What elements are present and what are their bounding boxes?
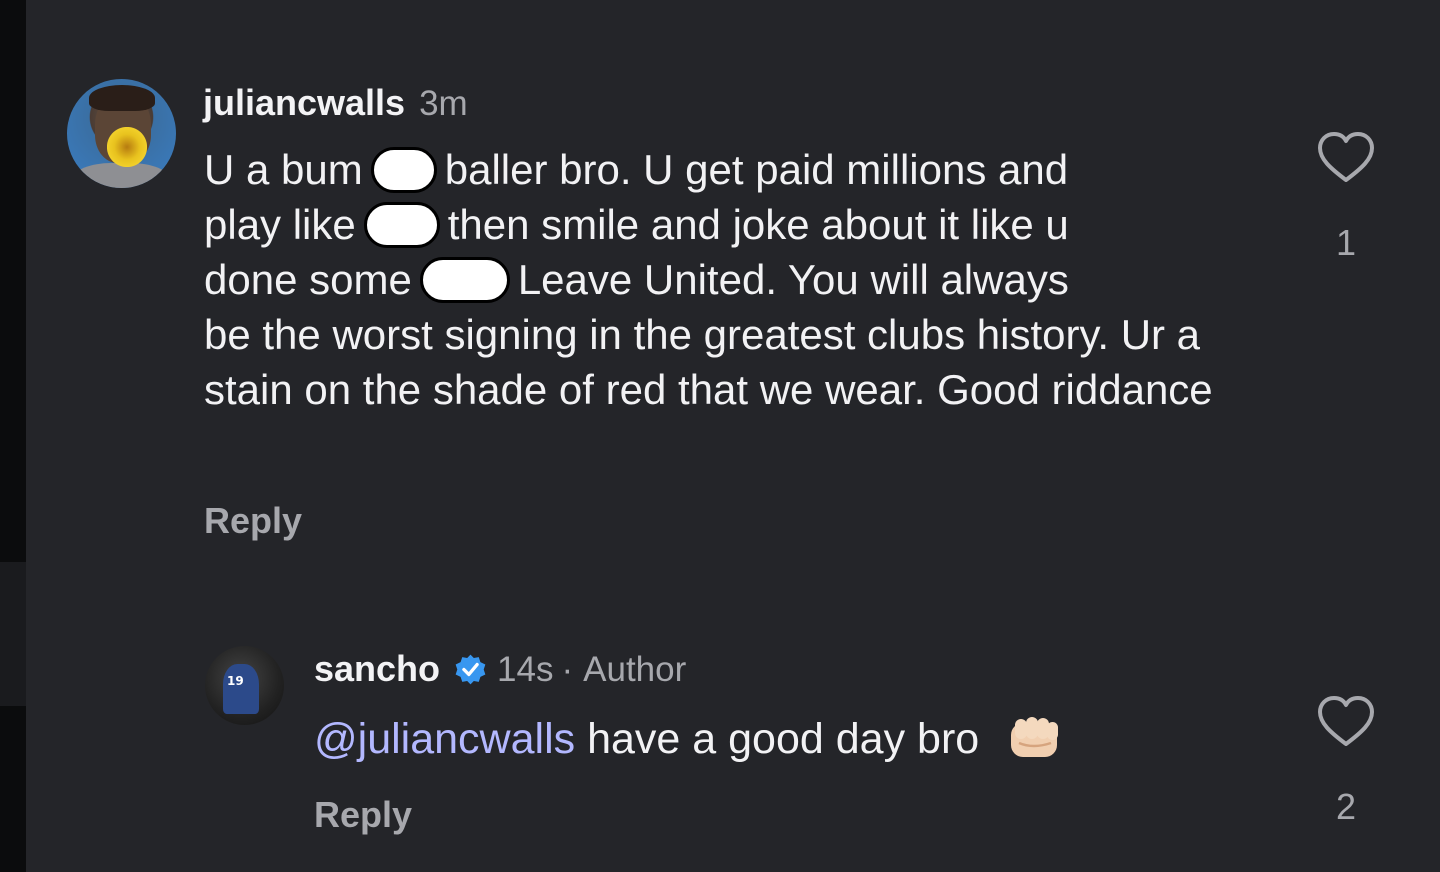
heart-icon[interactable] <box>1316 130 1376 186</box>
fist-bump-icon <box>1011 716 1059 757</box>
comment: juliancwalls 3m U a bum baller bro. U get… <box>26 0 1440 600</box>
avatar-player <box>223 664 259 714</box>
reply-body: @juliancwalls have a good day bro <box>314 712 1065 767</box>
comment-text-segment: play like <box>204 201 356 248</box>
comments-panel: juliancwalls 3m U a bum baller bro. U get… <box>26 0 1440 872</box>
redaction-mark <box>419 256 510 303</box>
separator: · <box>561 650 574 689</box>
reply-username[interactable]: sancho <box>314 648 440 690</box>
avatar[interactable] <box>67 79 176 188</box>
left-edge-strip <box>0 0 26 872</box>
verified-badge-icon <box>455 654 486 685</box>
comment-text-segment: done some <box>204 256 412 303</box>
like-count: 2 <box>1335 786 1357 827</box>
like-count: 1 <box>1335 222 1357 263</box>
avatar[interactable]: 19 <box>205 646 284 725</box>
comment-text-segment: then smile and joke about it like u <box>447 201 1069 248</box>
heart-icon[interactable] <box>1316 694 1376 750</box>
reply-header: sancho 14s · Author <box>314 648 686 690</box>
comment-header: juliancwalls 3m <box>203 82 468 124</box>
comment-text-segment: U a bum <box>204 146 363 193</box>
redaction-mark <box>370 146 437 193</box>
comment-text-segment: baller bro. U get paid millions and <box>444 146 1069 193</box>
avatar-hair <box>89 85 155 111</box>
avatar-jersey: 19 <box>227 674 244 688</box>
reply-timestamp: 14s <box>497 650 554 689</box>
reply-button[interactable]: Reply <box>204 500 302 542</box>
comment-timestamp: 3m <box>419 84 468 123</box>
mention-link[interactable]: @juliancwalls <box>314 715 575 763</box>
author-badge: Author <box>583 650 687 689</box>
reply-button[interactable]: Reply <box>314 794 412 836</box>
comment-text-segment: Leave United. You will always <box>517 256 1069 303</box>
comment-body: U a bum baller bro. U get paid millions a… <box>204 142 1284 417</box>
reply-text: have a good day bro <box>587 715 980 763</box>
flower-icon <box>107 127 147 167</box>
redaction-mark <box>363 201 440 248</box>
comment-username[interactable]: juliancwalls <box>203 82 405 124</box>
comment-text-segment: be the worst signing in the greatest clu… <box>204 311 1213 413</box>
left-edge-block <box>0 562 26 706</box>
